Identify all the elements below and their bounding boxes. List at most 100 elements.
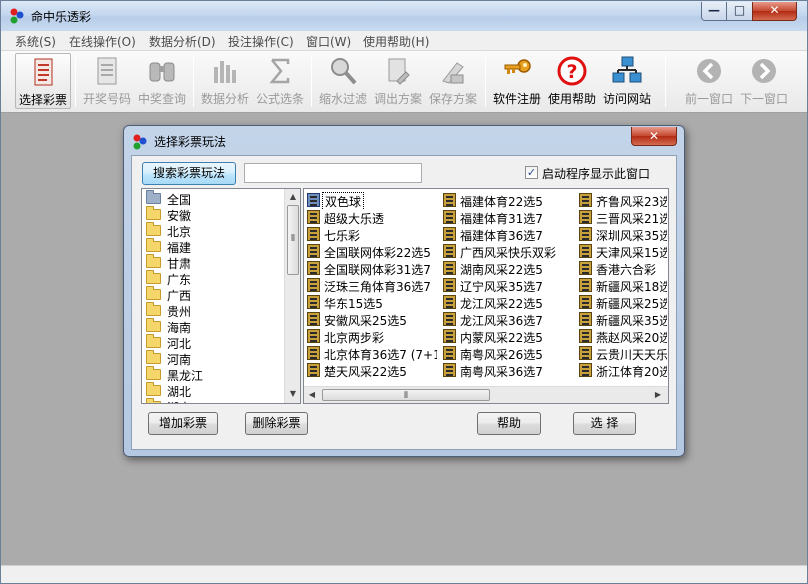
menu-help[interactable]: 使用帮助(H) (363, 33, 429, 50)
list-item[interactable]: 新疆风采35选7 (579, 311, 667, 328)
lottery-ticket-icon (579, 210, 592, 224)
toolbar-formula-button[interactable]: 公式选条 (252, 53, 308, 109)
startup-show-checkbox[interactable]: ✓ 启动程序显示此窗口 (525, 165, 665, 181)
list-item[interactable]: 华东15选5 (307, 294, 437, 311)
list-item[interactable]: 南粤风采36选7 (443, 362, 573, 379)
list-item[interactable]: 七乐彩 (307, 226, 437, 243)
list-item[interactable]: 安徽风采25选5 (307, 311, 437, 328)
dialog-close-button[interactable]: ✕ (631, 127, 677, 146)
list-item[interactable]: 泛珠三角体育36选7 (307, 277, 437, 294)
list-item[interactable]: 福建体育22选5 (443, 192, 573, 209)
list-item[interactable]: 福建体育36选7 (443, 226, 573, 243)
delete-lottery-button[interactable]: 删除彩票 (245, 412, 308, 435)
search-lottery-button[interactable]: 搜索彩票玩法 (142, 162, 236, 185)
game-label: 新疆风采25选7 (596, 297, 667, 311)
list-item[interactable]: 燕赵风采20选5 (579, 328, 667, 345)
minimize-button[interactable]: — (701, 2, 727, 21)
toolbar-separator (311, 55, 312, 107)
lottery-ticket-icon (307, 193, 320, 207)
list-item[interactable]: 云贵川天天乐 (579, 345, 667, 362)
game-label: 龙江风采22选5 (460, 297, 543, 311)
list-item[interactable]: 超级大乐透 (307, 209, 437, 226)
list-item[interactable]: 新疆风采25选7 (579, 294, 667, 311)
toolbar-separator (75, 55, 76, 107)
list-item[interactable]: 楚天风采22选5 (307, 362, 437, 379)
game-label: 北京两步彩 (324, 331, 385, 345)
scroll-right-arrow-icon[interactable]: ▶ (653, 390, 663, 399)
menu-system[interactable]: 系统(S) (15, 33, 56, 50)
toolbar-register-button[interactable]: 软件注册 (489, 53, 545, 109)
list-item[interactable]: 福建体育31选7 (443, 209, 573, 226)
lottery-ticket-icon (307, 312, 320, 326)
close-icon: ✕ (648, 129, 660, 143)
toolbar-prev-window-button[interactable]: 前一窗口 (681, 53, 737, 109)
list-item[interactable]: 北京体育36选7 (7+1) (307, 345, 437, 362)
list-item[interactable]: 龙江风采36选7 (443, 311, 573, 328)
lottery-ticket-icon (579, 329, 592, 343)
list-item[interactable]: 辽宁风采35选7 (443, 277, 573, 294)
scroll-up-arrow-icon[interactable]: ▲ (285, 192, 300, 201)
game-label: 新疆风采18选7 (596, 280, 667, 294)
toolbar-website-button[interactable]: 访问网站 (599, 53, 655, 109)
scroll-down-arrow-icon[interactable]: ▼ (285, 389, 300, 398)
list-item[interactable]: 广西风采快乐双彩 (443, 243, 573, 260)
menu-window[interactable]: 窗口(W) (306, 33, 351, 50)
toolbar-filter-button[interactable]: 缩水过滤 (315, 53, 371, 109)
list-item[interactable]: 新疆风采18选7 (579, 277, 667, 294)
scroll-left-arrow-icon[interactable]: ◀ (307, 390, 317, 399)
list-item[interactable]: 龙江风采22选5 (443, 294, 573, 311)
list-item[interactable]: 天津风采15选5 (579, 243, 667, 260)
lottery-ticket-icon (443, 278, 456, 292)
game-label: 双色球 (322, 192, 365, 209)
add-lottery-button[interactable]: 增加彩票 (148, 412, 218, 435)
toolbar-draw-numbers-button[interactable]: 开奖号码 (79, 53, 135, 109)
scroll-thumb[interactable]: ⦀ (287, 205, 299, 275)
help-icon: ? (557, 56, 587, 86)
maximize-button[interactable]: □ (726, 2, 753, 21)
list-item[interactable]: 三晋风采21选5 (579, 209, 667, 226)
toolbar-separator (485, 55, 486, 107)
close-icon: ✕ (769, 3, 780, 17)
province-list-scrollbar[interactable]: ▲ ⦀ ▼ (284, 189, 300, 403)
toolbar-data-analysis-button[interactable]: 数据分析 (197, 53, 253, 109)
toolbar-help-button[interactable]: ? 使用帮助 (544, 53, 600, 109)
toolbar-next-window-button[interactable]: 下一窗口 (736, 53, 792, 109)
lottery-game-list[interactable]: 双色球 超级大乐透 七乐彩 全国联网体彩22选5 全国联网体彩31选7 泛珠三角体育36选… (303, 188, 669, 404)
toolbar-label: 保存方案 (428, 92, 477, 106)
document-icon (97, 57, 117, 85)
list-item[interactable]: 双色球 (307, 192, 437, 209)
close-button[interactable]: ✕ (752, 2, 797, 21)
list-item[interactable]: 香港六合彩 (579, 260, 667, 277)
toolbar-label: 选择彩票 (18, 93, 67, 107)
toolbar-load-plan-button[interactable]: 调出方案 (370, 53, 426, 109)
grip-icon: ⦀ (291, 234, 295, 244)
folder-icon (146, 286, 161, 300)
list-item[interactable]: 南粤风采26选5 (443, 345, 573, 362)
game-label: 龙江风采36选7 (460, 314, 543, 328)
bar-chart-icon (214, 61, 236, 83)
list-item[interactable]: 全国联网体彩31选7 (307, 260, 437, 277)
list-item[interactable]: 内蒙风采22选5 (443, 328, 573, 345)
game-list-hscrollbar[interactable]: ◀ ⦀ ▶ (304, 386, 668, 403)
game-label: 华东15选5 (324, 297, 383, 311)
lottery-ticket-icon (307, 346, 320, 360)
menu-online[interactable]: 在线操作(O) (69, 33, 136, 50)
menu-betting[interactable]: 投注操作(C) (228, 33, 294, 50)
province-list[interactable]: 全国 安徽 北京 福建 甘肃 广东 广西 贵州 海南 河北 河南 黑龙江 湖北 … (141, 188, 301, 404)
list-item[interactable]: 湖南风采22选5 (443, 260, 573, 277)
list-item[interactable]: 浙江体育20选5 (579, 362, 667, 379)
list-item[interactable]: 深圳风采35选7 (579, 226, 667, 243)
toolbar-select-lottery-button[interactable]: 选择彩票 (15, 53, 71, 109)
list-item[interactable]: 齐鲁风采23选5 (579, 192, 667, 209)
help-button[interactable]: 帮助 (477, 412, 541, 435)
search-input[interactable] (244, 163, 422, 183)
list-item[interactable]: 全国联网体彩22选5 (307, 243, 437, 260)
scroll-thumb[interactable]: ⦀ (322, 389, 490, 401)
menu-analysis[interactable]: 数据分析(D) (149, 33, 216, 50)
list-item[interactable]: 北京两步彩 (307, 328, 437, 345)
sigma-icon (269, 58, 290, 84)
toolbar-save-plan-button[interactable]: 保存方案 (425, 53, 481, 109)
toolbar-prize-query-button[interactable]: 中奖查询 (134, 53, 190, 109)
checkbox-label: 启动程序显示此窗口 (542, 167, 651, 181)
select-button[interactable]: 选 择 (573, 412, 636, 435)
